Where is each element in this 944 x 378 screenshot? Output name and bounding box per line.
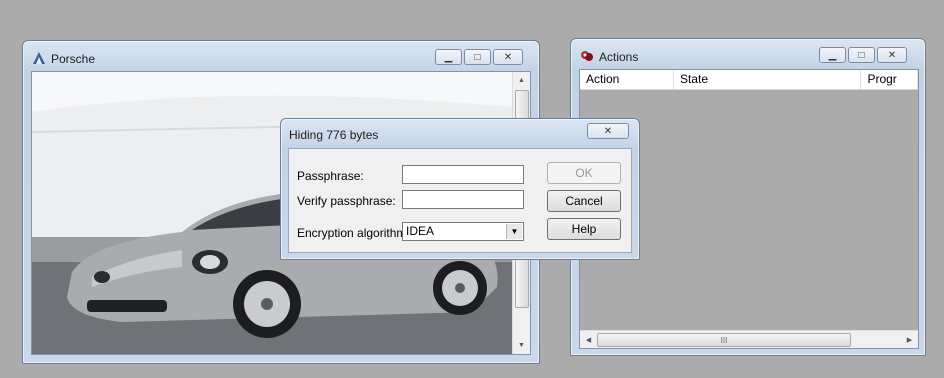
column-header-progress[interactable]: Progr (861, 70, 918, 89)
maximize-icon: □ (474, 51, 481, 63)
window-title: Actions (599, 50, 639, 64)
minimize-button[interactable]: ▁ (819, 47, 846, 63)
cancel-button[interactable]: Cancel (547, 190, 621, 212)
porsche-titlebar[interactable]: Porsche ▁ □ ✕ (23, 41, 539, 71)
algorithm-value: IDEA (406, 224, 435, 238)
column-header-state[interactable]: State (674, 70, 862, 89)
column-header-action[interactable]: Action (580, 70, 674, 89)
help-button[interactable]: Help (547, 218, 621, 240)
close-icon: ✕ (603, 125, 613, 137)
verify-passphrase-field[interactable] (402, 190, 524, 209)
maximize-icon: □ (858, 49, 865, 61)
scroll-thumb[interactable]: III (597, 333, 851, 347)
scroll-up-button[interactable]: ▲ (513, 72, 530, 89)
minimize-button[interactable]: ▁ (435, 49, 462, 65)
close-icon: ✕ (503, 51, 513, 63)
dialog-title: Hiding 776 bytes (289, 128, 379, 142)
actions-titlebar[interactable]: Actions ▁ □ ✕ (571, 39, 925, 69)
maximize-button[interactable]: □ (464, 49, 491, 65)
horizontal-scrollbar[interactable]: ◀ III ▶ (580, 330, 918, 348)
list-header: Action State Progr (580, 70, 918, 90)
hiding-dialog: Hiding 776 bytes ✕ Passphrase: Verify pa… (280, 118, 640, 260)
dialog-body: Passphrase: Verify passphrase: Encryptio… (288, 148, 632, 253)
scroll-left-button[interactable]: ◀ (580, 331, 597, 348)
chevron-down-icon[interactable]: ▼ (506, 224, 522, 239)
passphrase-label: Passphrase: (297, 169, 364, 183)
arrow-left-icon: ◀ (585, 336, 592, 344)
ok-button[interactable]: OK (547, 162, 621, 184)
scroll-down-button[interactable]: ▼ (513, 337, 530, 354)
scroll-right-button[interactable]: ▶ (901, 331, 918, 348)
grip-icon: III (720, 335, 728, 345)
app-icon (31, 50, 47, 66)
arrow-down-icon: ▼ (518, 342, 525, 349)
close-icon: ✕ (887, 49, 897, 61)
window-title: Porsche (51, 52, 96, 66)
close-button[interactable]: ✕ (877, 47, 907, 63)
dialog-titlebar[interactable]: Hiding 776 bytes ✕ (281, 119, 639, 149)
algorithm-label: Encryption algorithm: (297, 226, 410, 240)
verify-passphrase-label: Verify passphrase: (297, 194, 396, 208)
actions-app-icon (579, 48, 595, 64)
arrow-right-icon: ▶ (906, 336, 913, 344)
close-button[interactable]: ✕ (587, 123, 629, 139)
maximize-button[interactable]: □ (848, 47, 875, 63)
minimize-icon: ▁ (444, 51, 453, 63)
passphrase-field[interactable] (402, 165, 524, 184)
minimize-icon: ▁ (828, 49, 837, 61)
arrow-up-icon: ▲ (518, 77, 525, 84)
algorithm-select[interactable]: IDEA ▼ (402, 222, 524, 241)
close-button[interactable]: ✕ (493, 49, 523, 65)
